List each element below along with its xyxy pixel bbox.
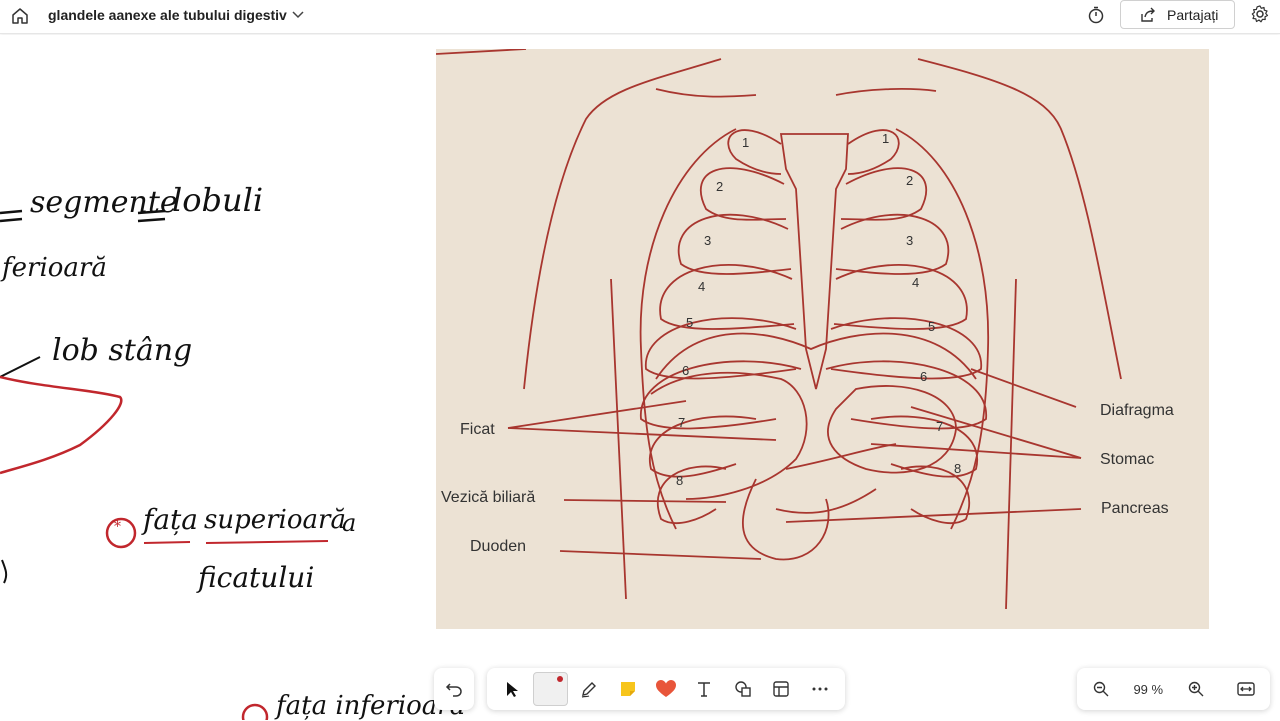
rib-number-left-5: 5 <box>686 315 693 330</box>
eraser-tool-icon[interactable] <box>533 672 568 706</box>
label-diafragma: Diafragma <box>1100 402 1174 419</box>
rib-number-right-7: 7 <box>936 419 943 434</box>
label-stomac: Stomac <box>1100 451 1154 468</box>
note-fata: fața <box>143 503 199 536</box>
note-ficatului: ficatului <box>198 561 315 594</box>
heart-reaction-icon[interactable] <box>649 672 683 706</box>
undo-toolbar <box>434 668 474 710</box>
share-icon <box>1141 7 1155 22</box>
share-label: Partajați <box>1167 6 1219 23</box>
timer-icon[interactable] <box>1084 3 1108 27</box>
note-marker: * <box>114 519 121 535</box>
note-lobuli: lobuli <box>172 181 264 219</box>
page-title[interactable]: glandele aanexe ale tubului digestiv <box>48 7 287 23</box>
rib-number-right-6: 6 <box>920 369 927 384</box>
zoom-toolbar: 99 % <box>1077 668 1270 710</box>
more-options-icon[interactable] <box>803 672 837 706</box>
rib-number-right-5: 5 <box>928 319 935 334</box>
template-tool-icon[interactable] <box>764 672 798 706</box>
ink-strokes <box>0 209 329 720</box>
label-duoden: Duoden <box>470 538 526 555</box>
pen-tool-icon[interactable] <box>572 672 606 706</box>
rib-number-right-3: 3 <box>906 233 913 248</box>
anatomy-image[interactable]: 1 2 3 4 5 6 7 8 1 2 3 4 5 6 7 8 Ficat Ve… <box>436 49 1209 629</box>
share-button[interactable]: Partajați <box>1120 0 1235 29</box>
note-lob-stang: lob stâng <box>52 333 193 368</box>
anatomy-diagram: 1 2 3 4 5 6 7 8 1 2 3 4 5 6 7 8 Ficat Ve… <box>436 49 1174 610</box>
zoom-in-icon[interactable] <box>1178 672 1214 706</box>
rib-number-left-2: 2 <box>716 179 723 194</box>
note-ferioara: ferioară <box>2 253 107 283</box>
chevron-down-icon[interactable] <box>291 7 305 21</box>
rib-number-left-8: 8 <box>676 473 683 488</box>
rib-number-left-4: 4 <box>698 279 705 294</box>
text-tool-icon[interactable] <box>687 672 721 706</box>
shapes-tool-icon[interactable] <box>726 672 760 706</box>
rib-number-left-7: 7 <box>678 415 685 430</box>
gear-icon[interactable] <box>1248 2 1272 26</box>
rib-number-left-3: 3 <box>704 233 711 248</box>
rib-number-right-8: 8 <box>954 461 961 476</box>
label-pancreas: Pancreas <box>1101 500 1169 517</box>
select-tool-icon[interactable] <box>495 672 529 706</box>
fit-width-icon[interactable] <box>1228 672 1264 706</box>
rib-number-left-1: 1 <box>742 135 749 150</box>
sticky-note-icon[interactable] <box>610 672 644 706</box>
note-a: a <box>342 509 357 537</box>
home-icon[interactable] <box>8 4 32 28</box>
rib-number-left-6: 6 <box>682 363 689 378</box>
zoom-out-icon[interactable] <box>1083 672 1119 706</box>
top-bar: glandele aanexe ale tubului digestiv Par… <box>0 0 1280 34</box>
label-ficat: Ficat <box>460 421 495 438</box>
note-segmente: segmente <box>30 185 178 220</box>
rib-number-right-2: 2 <box>906 173 913 188</box>
active-color-dot <box>556 676 563 682</box>
drawing-toolbar <box>487 668 845 710</box>
undo-icon[interactable] <box>436 672 472 706</box>
rib-number-right-4: 4 <box>912 275 919 290</box>
whiteboard-canvas[interactable]: segmente lobuli ferioară lob stâng * faț… <box>0 35 1280 721</box>
note-superioara: superioară <box>204 505 346 535</box>
zoom-level[interactable]: 99 % <box>1133 682 1163 697</box>
label-vezica-biliara: Vezică biliară <box>441 489 535 506</box>
rib-number-right-1: 1 <box>882 131 889 146</box>
